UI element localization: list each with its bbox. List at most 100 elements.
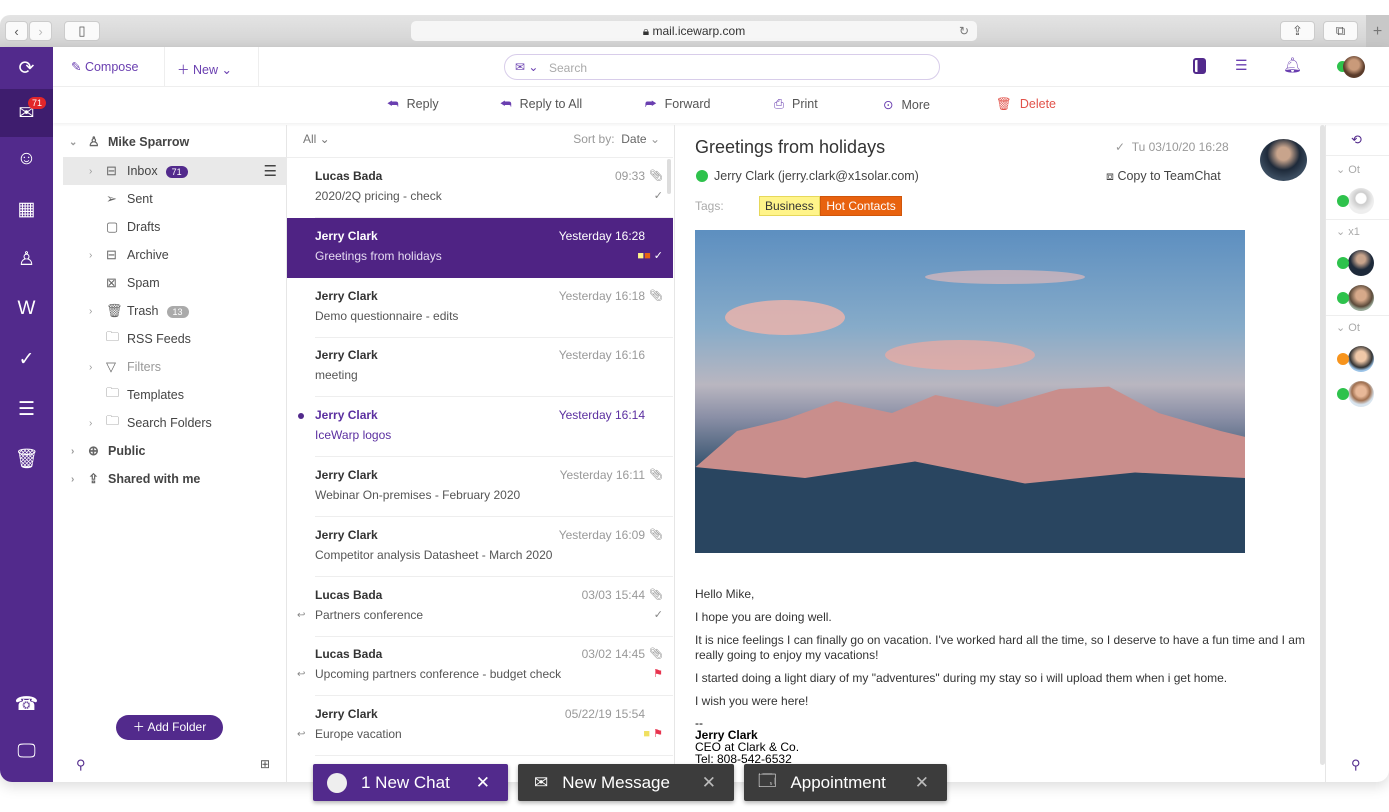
appointment-tab[interactable]: 🗔 Appointment ✕ [744, 764, 947, 801]
user-avatar[interactable] [1343, 56, 1365, 78]
back-button[interactable]: ‹ [5, 21, 28, 41]
folder-sent[interactable]: ➢ Sent [53, 185, 287, 213]
contact-avatar[interactable] [1348, 188, 1374, 214]
folder-archive[interactable]: › ⊟ Archive [53, 241, 287, 269]
copy-to-teamchat-button[interactable]: ⧈ Copy to TeamChat [1106, 169, 1221, 184]
new-message-tab[interactable]: ✉ New Message ✕ [518, 764, 734, 801]
contacts-icon[interactable]: ♙ [0, 237, 53, 281]
reply-button[interactable]: ⮪ Reply [387, 97, 439, 112]
sort-dropdown[interactable]: Sort by: Date ⌄ [573, 132, 660, 146]
menu-icon[interactable]: ☰ [264, 162, 277, 180]
folder-label: Drafts [127, 220, 161, 234]
filter-dropdown[interactable]: All ⌄ [303, 132, 330, 146]
message-subject: Europe vacation [315, 727, 402, 742]
more-button[interactable]: ⊙ More [883, 97, 930, 112]
sort-options-icon[interactable]: ☰ [1235, 57, 1248, 74]
group-header[interactable]: ⌄ x1 [1336, 225, 1360, 238]
drafts-icon: ▢ [106, 219, 119, 234]
message-time: Yesterday 16:14 [558, 408, 645, 423]
mail-scope-icon[interactable]: ✉ ⌄ [515, 60, 538, 74]
group-label: x1 [1348, 226, 1360, 238]
forward-button[interactable]: › [29, 21, 52, 41]
message-row[interactable]: Jerry Clark Webinar On-premises - Februa… [287, 457, 673, 517]
new-button[interactable]: ＋ New ⌄ [164, 47, 259, 87]
sender[interactable]: Jerry Clark (jerry.clark@x1solar.com) [714, 169, 919, 183]
message-row[interactable]: Jerry Clark Greetings from holidays Yest… [287, 217, 673, 278]
delete-button[interactable]: 🗑︎ Delete [996, 97, 1056, 112]
folder-search-folders[interactable]: › 🗀 Search Folders [53, 409, 287, 437]
search-icon[interactable]: ⚲ [76, 757, 86, 773]
bell-icon[interactable]: 🔔︎ [1283, 56, 1302, 74]
phone-icon[interactable]: ☎ [0, 682, 53, 726]
notes-icon[interactable]: ☰ [0, 387, 53, 431]
message-actions: ⮪ Reply ⮪ Reply to All ⮫ Forward ⎙ Print ⊙ Mo… [53, 87, 1389, 123]
folder-inbox[interactable]: › ⊟ Inbox 71 ☰ [63, 157, 287, 185]
message-row[interactable]: Jerry Clark IceWarp logos Yesterday 16:1… [287, 397, 673, 458]
add-folder-button[interactable]: ＋ Add Folder [116, 715, 223, 740]
folder-rss[interactable]: 🗀 RSS Feeds [53, 325, 287, 353]
message-row[interactable]: Jerry Clark Demo questionnaire - edits Y… [287, 278, 673, 338]
message-subject: IceWarp logos [315, 428, 392, 443]
layout-toggle-icon[interactable] [1193, 58, 1206, 74]
folder-shared[interactable]: › ⇪ Shared with me [53, 465, 287, 493]
new-tab-button[interactable]: + [1366, 15, 1389, 48]
message-row[interactable]: Jerry Clark meeting Yesterday 16:16 [287, 337, 673, 398]
date-text: Tu 03/10/20 16:28 [1131, 140, 1229, 154]
group-header[interactable]: ⌄ Ot [1336, 163, 1360, 176]
mail-icon[interactable]: ✉ 71 [0, 89, 53, 137]
lock-icon: 🔒︎ [642, 24, 653, 38]
mail-icon: ✉ [534, 772, 549, 792]
tag-business[interactable]: Business [759, 196, 820, 216]
share-icon[interactable]: ⇪ [1280, 21, 1315, 41]
sidebar-toggle-icon[interactable]: ▯ [64, 21, 100, 41]
reply-all-button[interactable]: ⮪ Reply to All [500, 97, 582, 112]
close-icon[interactable]: ✕ [702, 773, 716, 793]
forward-button[interactable]: ⮫ Forward [645, 97, 710, 112]
message-row[interactable]: Lucas Bada Upcoming partners conference … [287, 636, 673, 697]
close-icon[interactable]: ✕ [476, 773, 490, 793]
folder-drafts[interactable]: ▢ Drafts [53, 213, 287, 241]
folder-trash[interactable]: › 🗑︎ Trash 13 [53, 297, 287, 325]
folder-public[interactable]: › ⊕ Public [53, 437, 287, 465]
spam-icon: ⊠ [106, 275, 117, 290]
new-chat-notification[interactable]: 1 New Chat ✕ [313, 764, 508, 801]
message-row[interactable]: Lucas Bada 2020/2Q pricing - check 09:33… [287, 158, 673, 218]
compose-button[interactable]: ✎ Compose [71, 59, 138, 74]
folder-spam[interactable]: ⊠ Spam [53, 269, 287, 297]
calendar-icon[interactable]: ▦ [0, 187, 53, 231]
files-icon[interactable]: 🗑︎ [0, 437, 53, 481]
top-toolbar: ✎ Compose ＋ New ⌄ ✉ ⌄ Search ☰ 🔔︎ [53, 47, 1389, 87]
refresh-icon[interactable]: ⟳ [0, 47, 53, 89]
tag-hot-contacts[interactable]: Hot Contacts [820, 196, 902, 216]
tabs-icon[interactable]: ⧉ [1323, 21, 1358, 41]
history-icon[interactable]: ⟲ [1351, 132, 1362, 148]
print-button[interactable]: ⎙ Print [774, 97, 818, 112]
search-input[interactable]: ✉ ⌄ Search [504, 54, 940, 80]
message-row[interactable]: Jerry Clark Europe vacation 05/22/19 15:… [287, 696, 673, 757]
address-bar[interactable]: 🔒︎ mail.icewarp.com ↻ [411, 21, 977, 41]
contact-avatar[interactable] [1348, 381, 1374, 407]
group-header[interactable]: ⌄ Ot [1336, 321, 1360, 334]
scrollbar[interactable] [667, 159, 671, 194]
account-root[interactable]: ⌄ ♙ Mike Sparrow [53, 128, 287, 156]
contact-avatar[interactable] [1348, 285, 1374, 311]
message-row[interactable]: Lucas Bada Partners conference 03/03 15:… [287, 577, 673, 637]
folder-filters[interactable]: › ▽ Filters [53, 353, 287, 381]
desktop-icon[interactable]: 🖵 [0, 730, 53, 774]
message-row[interactable]: Jerry Clark Competitor analysis Datashee… [287, 517, 673, 577]
search-icon[interactable]: ⚲ [1351, 757, 1361, 773]
close-icon[interactable]: ✕ [915, 773, 929, 793]
message-indicator-icon: 📎︎ [649, 648, 663, 661]
message-subject: Competitor analysis Datasheet - March 20… [315, 547, 553, 562]
mail-badge: 71 [28, 97, 47, 109]
contact-avatar[interactable] [1348, 346, 1374, 372]
message-time: Yesterday 16:09 [558, 527, 645, 542]
folder-templates[interactable]: 🗀 Templates [53, 381, 287, 409]
tree-icon[interactable]: ⊞ [260, 757, 270, 771]
teamchat-icon[interactable]: ☺ [0, 137, 53, 181]
documents-icon[interactable]: W [0, 287, 53, 331]
message-indicator-icon: 📎︎ [649, 588, 663, 601]
tasks-icon[interactable]: ✓ [0, 337, 53, 381]
contact-avatar[interactable] [1348, 250, 1374, 276]
reload-icon[interactable]: ↻ [959, 21, 969, 41]
